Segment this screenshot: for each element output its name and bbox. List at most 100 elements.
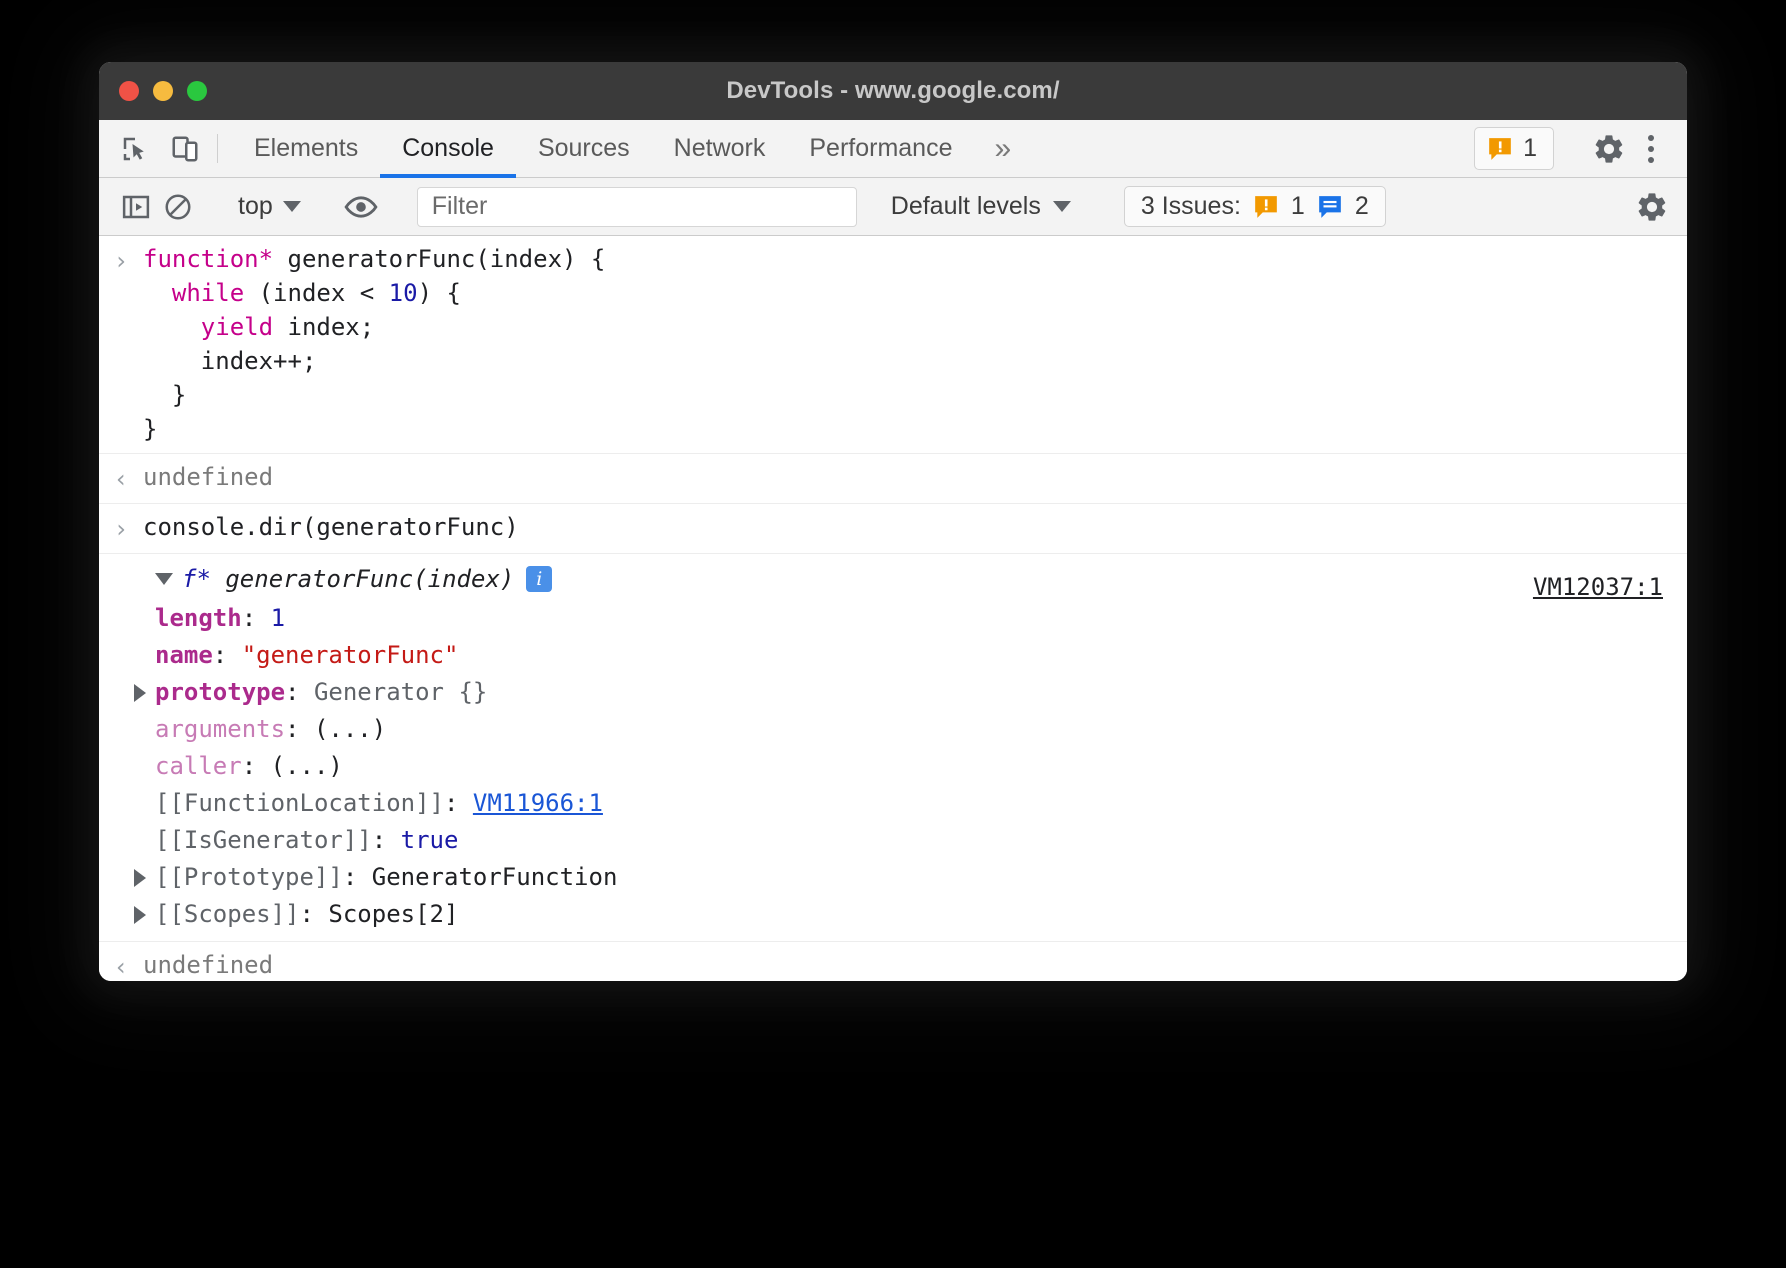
maximize-window-button[interactable] bbox=[187, 81, 207, 101]
property-name: [[FunctionLocation]] bbox=[155, 785, 444, 822]
tab-network[interactable]: Network bbox=[652, 120, 788, 177]
console-input-message[interactable]: › console.dir(generatorFunc) bbox=[99, 504, 1687, 554]
tab-sources[interactable]: Sources bbox=[516, 120, 652, 177]
property-separator: : bbox=[242, 600, 271, 637]
property-value: 1 bbox=[271, 600, 285, 637]
tab-network-label: Network bbox=[674, 134, 766, 163]
code-token: console.dir(generatorFunc) bbox=[143, 513, 519, 541]
code-token-keyword: while bbox=[172, 279, 244, 307]
property-name: [[Scopes]] bbox=[155, 896, 300, 933]
console-settings-gear-icon[interactable] bbox=[1631, 186, 1673, 228]
expand-triangle-right-icon[interactable] bbox=[134, 906, 146, 924]
property-separator: : bbox=[285, 674, 314, 711]
tab-elements[interactable]: Elements bbox=[232, 120, 380, 177]
devtools-tabbar: Elements Console Sources Network Perform… bbox=[99, 120, 1687, 178]
tabbar-divider bbox=[217, 134, 218, 163]
expand-triangle-right-icon[interactable] bbox=[134, 869, 146, 887]
console-result-message: ‹ undefined bbox=[99, 942, 1687, 981]
property-row-prototype[interactable]: prototype: Generator {} bbox=[99, 674, 1687, 711]
property-row-arguments[interactable]: arguments: (...) bbox=[99, 711, 1687, 748]
property-name: [[Prototype]] bbox=[155, 859, 343, 896]
tabbar-right-actions: 1 bbox=[1474, 120, 1687, 177]
code-token: index++; bbox=[143, 347, 316, 375]
device-toolbar-icon[interactable] bbox=[167, 131, 203, 167]
minimize-window-button[interactable] bbox=[153, 81, 173, 101]
tab-console-label: Console bbox=[402, 134, 494, 163]
object-header[interactable]: f* generatorFunc(index) i VM12037:1 bbox=[99, 560, 1687, 598]
property-row-caller[interactable]: caller: (...) bbox=[99, 748, 1687, 785]
tab-performance[interactable]: Performance bbox=[787, 120, 974, 177]
log-levels-selector[interactable]: Default levels bbox=[875, 192, 1087, 221]
kebab-menu-icon[interactable] bbox=[1631, 129, 1671, 169]
devtools-window: DevTools - www.google.com/ Elements bbox=[99, 62, 1687, 981]
input-marker-icon: › bbox=[99, 510, 143, 546]
gear-icon[interactable] bbox=[1591, 131, 1627, 167]
code-token: ) { bbox=[418, 279, 461, 307]
console-result-value: undefined bbox=[143, 948, 1687, 981]
tab-elements-label: Elements bbox=[254, 134, 358, 163]
property-name: name bbox=[155, 637, 213, 674]
tabbar-tool-icons bbox=[99, 120, 203, 177]
info-badge-icon[interactable]: i bbox=[526, 566, 552, 592]
function-signature-text: generatorFunc(index) bbox=[225, 560, 514, 598]
window-title: DevTools - www.google.com/ bbox=[99, 77, 1687, 105]
property-row-function-location[interactable]: [[FunctionLocation]]: VM11966:1 bbox=[99, 785, 1687, 822]
code-token: } bbox=[143, 381, 186, 409]
more-tabs-chevron-icon[interactable]: » bbox=[974, 120, 1031, 177]
issues-counter-badge[interactable]: 3 Issues: 1 2 bbox=[1124, 186, 1386, 227]
console-result-value: undefined bbox=[143, 460, 1687, 494]
property-name: prototype bbox=[155, 674, 285, 711]
code-token bbox=[143, 279, 172, 307]
property-separator: : bbox=[213, 637, 242, 674]
warning-speech-icon bbox=[1487, 136, 1513, 162]
log-levels-label: Default levels bbox=[891, 192, 1041, 221]
live-expression-eye-icon[interactable] bbox=[340, 186, 382, 228]
property-separator: : bbox=[372, 822, 401, 859]
console-input-message[interactable]: › function* generatorFunc(index) { while… bbox=[99, 236, 1687, 454]
code-token: index; bbox=[273, 313, 374, 341]
property-row-prototype-internal[interactable]: [[Prototype]]: GeneratorFunction bbox=[99, 859, 1687, 896]
property-separator: : bbox=[242, 748, 271, 785]
console-toolbar: top Default levels 3 Issues: 1 bbox=[99, 178, 1687, 236]
property-value[interactable]: (...) bbox=[314, 711, 386, 748]
property-value[interactable]: (...) bbox=[271, 748, 343, 785]
input-marker-icon: › bbox=[99, 242, 143, 278]
console-sidebar-icon[interactable] bbox=[115, 186, 157, 228]
object-property-list: length: 1 name: "generatorFunc" prototyp… bbox=[99, 598, 1687, 933]
close-window-button[interactable] bbox=[119, 81, 139, 101]
code-token: (index < bbox=[244, 279, 389, 307]
property-row-scopes[interactable]: [[Scopes]]: Scopes[2] bbox=[99, 896, 1687, 933]
execution-context-label: top bbox=[238, 192, 273, 221]
issues-label: 3 Issues: bbox=[1141, 192, 1241, 221]
result-marker-icon: ‹ bbox=[99, 948, 143, 981]
panel-tabs: Elements Console Sources Network Perform… bbox=[232, 120, 1031, 177]
property-name: arguments bbox=[155, 711, 285, 748]
property-name: caller bbox=[155, 748, 242, 785]
clear-console-icon[interactable] bbox=[157, 186, 199, 228]
tab-console[interactable]: Console bbox=[380, 120, 516, 177]
warning-count-label: 1 bbox=[1523, 134, 1537, 163]
expand-triangle-down-icon[interactable] bbox=[155, 573, 173, 585]
property-value: "generatorFunc" bbox=[242, 637, 459, 674]
warning-count-badge[interactable]: 1 bbox=[1474, 127, 1554, 170]
warning-speech-icon bbox=[1253, 194, 1279, 220]
info-speech-icon bbox=[1317, 194, 1343, 220]
property-value: true bbox=[401, 822, 459, 859]
source-location-link[interactable]: VM12037:1 bbox=[1533, 568, 1663, 606]
chevron-down-icon bbox=[283, 201, 301, 212]
property-row-length[interactable]: length: 1 bbox=[99, 600, 1687, 637]
execution-context-selector[interactable]: top bbox=[228, 192, 311, 221]
console-input-code: function* generatorFunc(index) { while (… bbox=[143, 242, 1687, 446]
code-token: } bbox=[143, 415, 157, 443]
inspect-element-icon[interactable] bbox=[117, 131, 153, 167]
traffic-lights bbox=[99, 81, 207, 101]
console-object-output[interactable]: f* generatorFunc(index) i VM12037:1 leng… bbox=[99, 554, 1687, 942]
property-row-name[interactable]: name: "generatorFunc" bbox=[99, 637, 1687, 674]
expand-triangle-right-icon[interactable] bbox=[134, 684, 146, 702]
console-message-list[interactable]: › function* generatorFunc(index) { while… bbox=[99, 236, 1687, 981]
property-name: [[IsGenerator]] bbox=[155, 822, 372, 859]
property-row-is-generator[interactable]: [[IsGenerator]]: true bbox=[99, 822, 1687, 859]
property-value-link[interactable]: VM11966:1 bbox=[473, 785, 603, 822]
console-filter-input[interactable] bbox=[417, 187, 857, 227]
property-separator: : bbox=[285, 711, 314, 748]
